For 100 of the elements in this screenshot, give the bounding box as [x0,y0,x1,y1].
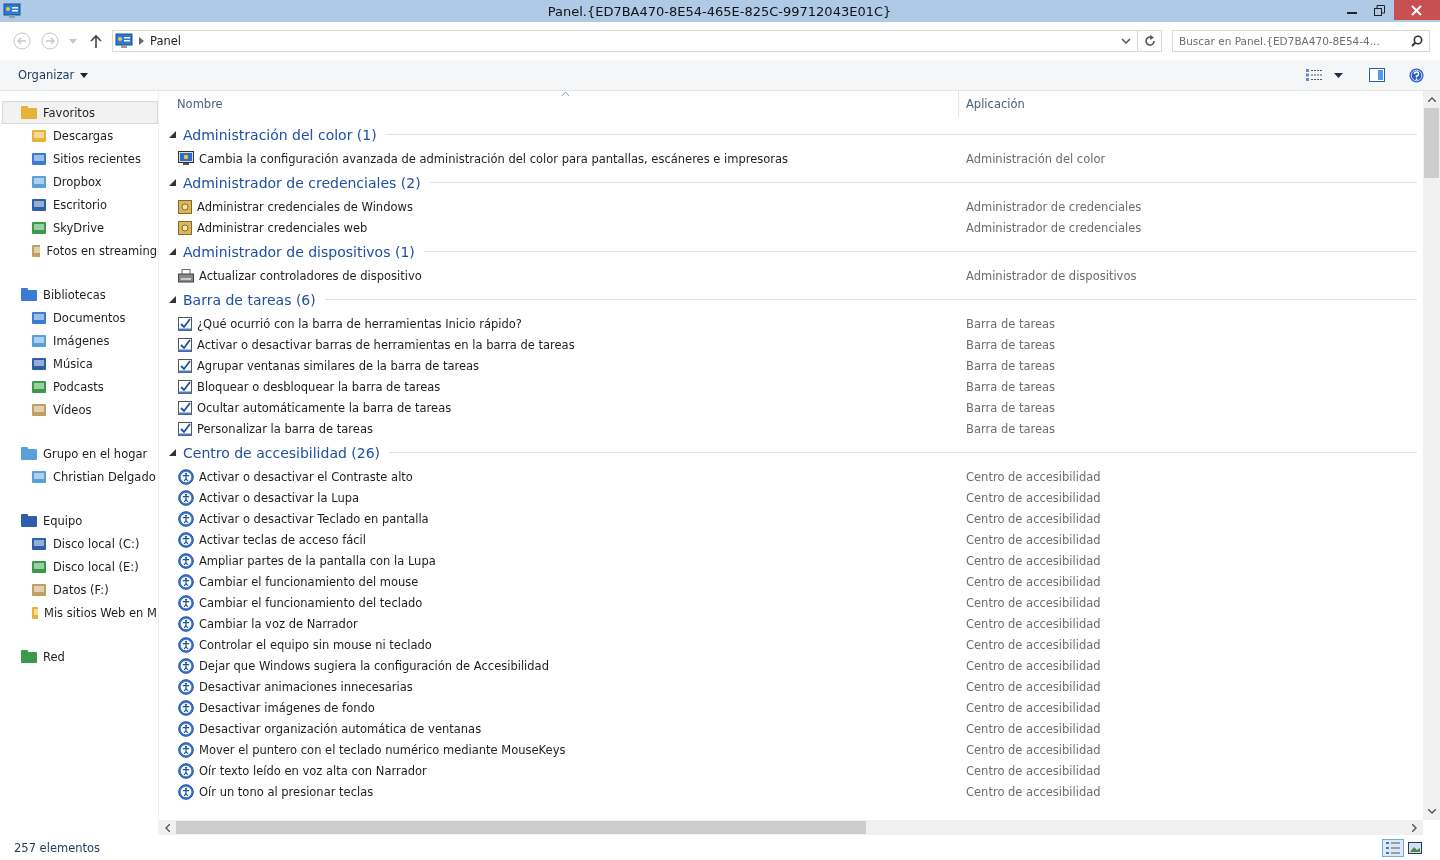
task-link[interactable]: Oír un tono al presionar teclas [199,784,374,799]
task-link[interactable]: Desactivar imágenes de fondo [199,700,375,715]
task-link[interactable]: Administrar credenciales web [197,220,368,235]
collapse-arrow-icon[interactable] [169,248,176,255]
close-button[interactable] [1394,0,1440,20]
application-cell: Administrador de dispositivos [966,268,1137,283]
scrollbar-thumb[interactable] [176,821,866,834]
nav-item[interactable]: Escritorio [0,193,158,216]
application-column-header[interactable]: Aplicación [959,97,1025,111]
horizontal-scrollbar[interactable] [159,820,1423,835]
task-link[interactable]: Activar o desactivar barras de herramientas en la barra de tareas [197,337,575,352]
name-column-header[interactable]: Nombre [159,91,959,117]
window-title: Panel.{ED7BA470-8E54-465E-825C-99712043E01C} [546,3,892,19]
application-cell: Barra de tareas [966,400,1056,415]
nav-item[interactable]: Documentos [0,306,158,329]
nav-item[interactable]: Christian Delgado [0,465,158,488]
task-link[interactable]: Agrupar ventanas similares de la barra de tareas [197,358,480,373]
task-link[interactable]: Ampliar partes de la pantalla con la Lupa [199,553,436,568]
details-view-button[interactable] [1382,838,1404,857]
scroll-right-icon[interactable] [1412,823,1417,832]
nav-item[interactable]: Datos (F:) [0,578,158,601]
vertical-scrollbar[interactable] [1423,91,1440,820]
refresh-button[interactable] [1138,30,1162,52]
nav-item[interactable]: Imágenes [0,329,158,352]
nav-item[interactable]: Fotos en streaming [0,239,158,262]
address-field[interactable]: Panel [112,30,1138,52]
accessibility-icon [178,468,194,485]
application-cell: Centro de accesibilidad [966,511,1101,526]
scroll-up-icon[interactable] [1427,97,1436,102]
organize-button[interactable]: Organizar [8,64,99,86]
details-view-icon [1386,841,1400,854]
scroll-down-icon[interactable] [1427,809,1436,814]
scroll-left-icon[interactable] [165,823,170,832]
collapse-arrow-icon[interactable] [169,131,176,138]
sort-caret-icon [562,92,569,96]
nav-item[interactable]: Podcasts [0,375,158,398]
search-icon [1411,35,1423,47]
task-link[interactable]: ¿Qué ocurrió con la barra de herramientas Inicio rápido? [197,316,522,331]
nav-item[interactable]: Mis sitios Web en M [0,601,158,624]
item-count: 257 elementos [14,840,101,855]
nav-item[interactable]: Descargas [0,124,158,147]
application-cell: Administrador de credenciales [966,220,1142,235]
nav-group-item[interactable]: Bibliotecas [2,283,158,306]
chevron-icon [139,37,144,45]
scrollbar-thumb[interactable] [1424,108,1439,178]
nav-item[interactable]: SkyDrive [0,216,158,239]
nav-item[interactable]: Música [0,352,158,375]
nav-group-item[interactable]: Favoritos [2,101,158,124]
application-cell: Centro de accesibilidad [966,721,1101,736]
task-link[interactable]: Cambia la configuración avanzada de administración del color para pantallas, escáneres e impresoras [199,151,789,166]
group-header[interactable]: Administrador de credenciales (2) [183,174,421,191]
group-header[interactable]: Centro de accesibilidad (26) [183,444,381,461]
folder-icon [21,649,37,664]
application-cell: Centro de accesibilidad [966,658,1101,673]
task-link[interactable]: Ocultar automáticamente la barra de tareas [197,400,452,415]
checked-window-icon [178,337,192,352]
nav-item[interactable]: Sitios recientes [0,147,158,170]
task-link[interactable]: Cambiar el funcionamiento del mouse [199,574,419,589]
nav-item[interactable]: Disco local (E:) [0,555,158,578]
group-header[interactable]: Administrador de dispositivos (1) [183,243,415,260]
task-link[interactable]: Mover el puntero con el teclado numérico mediante MouseKeys [199,742,566,757]
accessibility-icon [178,552,194,569]
collapse-arrow-icon[interactable] [169,449,176,456]
nav-group-item[interactable]: Red [2,645,158,668]
collapse-arrow-icon[interactable] [169,179,176,186]
task-link[interactable]: Activar o desactivar la Lupa [199,490,360,505]
accessibility-icon [178,699,194,716]
accessibility-icon [178,678,194,695]
task-link[interactable]: Cambiar la voz de Narrador [199,616,358,631]
search-field[interactable]: Buscar en Panel.{ED7BA470-8E54-4... [1172,30,1430,52]
application-cell: Barra de tareas [966,358,1056,373]
task-link[interactable]: Activar o desactivar Teclado en pantalla [199,511,429,526]
breadcrumb[interactable]: Panel [150,34,182,48]
task-link[interactable]: Activar o desactivar el Contraste alto [199,469,413,484]
application-cell: Barra de tareas [966,337,1056,352]
task-link[interactable]: Desactivar organización automática de ventanas [199,721,482,736]
task-link[interactable]: Oír texto leído en voz alta con Narrador [199,763,427,778]
collapse-arrow-icon[interactable] [169,296,176,303]
application-cell: Administrador de credenciales [966,199,1142,214]
application-cell: Barra de tareas [966,379,1056,394]
group-header[interactable]: Barra de tareas (6) [183,291,316,308]
application-cell: Centro de accesibilidad [966,742,1101,757]
nav-group-item[interactable]: Grupo en el hogar [2,442,158,465]
folder-icon [21,446,37,461]
task-link[interactable]: Desactivar animaciones innecesarias [199,679,413,694]
nav-item[interactable]: Dropbox [0,170,158,193]
task-link[interactable]: Controlar el equipo sin mouse ni teclado [199,637,432,652]
nav-item[interactable]: Vídeos [0,398,158,421]
task-link[interactable]: Activar teclas de acceso fácil [199,532,366,547]
application-cell: Centro de accesibilidad [966,595,1101,610]
task-link[interactable]: Actualizar controladores de dispositivo [199,268,422,283]
task-link[interactable]: Administrar credenciales de Windows [197,199,413,214]
nav-item[interactable]: Disco local (C:) [0,532,158,555]
nav-group-item[interactable]: Equipo [2,509,158,532]
application-cell: Centro de accesibilidad [966,616,1101,631]
task-link[interactable]: Personalizar la barra de tareas [197,421,373,436]
task-link[interactable]: Dejar que Windows sugiera la configuración de Accesibilidad [199,658,549,673]
group-header[interactable]: Administración del color (1) [183,126,377,143]
task-link[interactable]: Bloquear o desbloquear la barra de tareas [197,379,441,394]
task-link[interactable]: Cambiar el funcionamiento del teclado [199,595,423,610]
